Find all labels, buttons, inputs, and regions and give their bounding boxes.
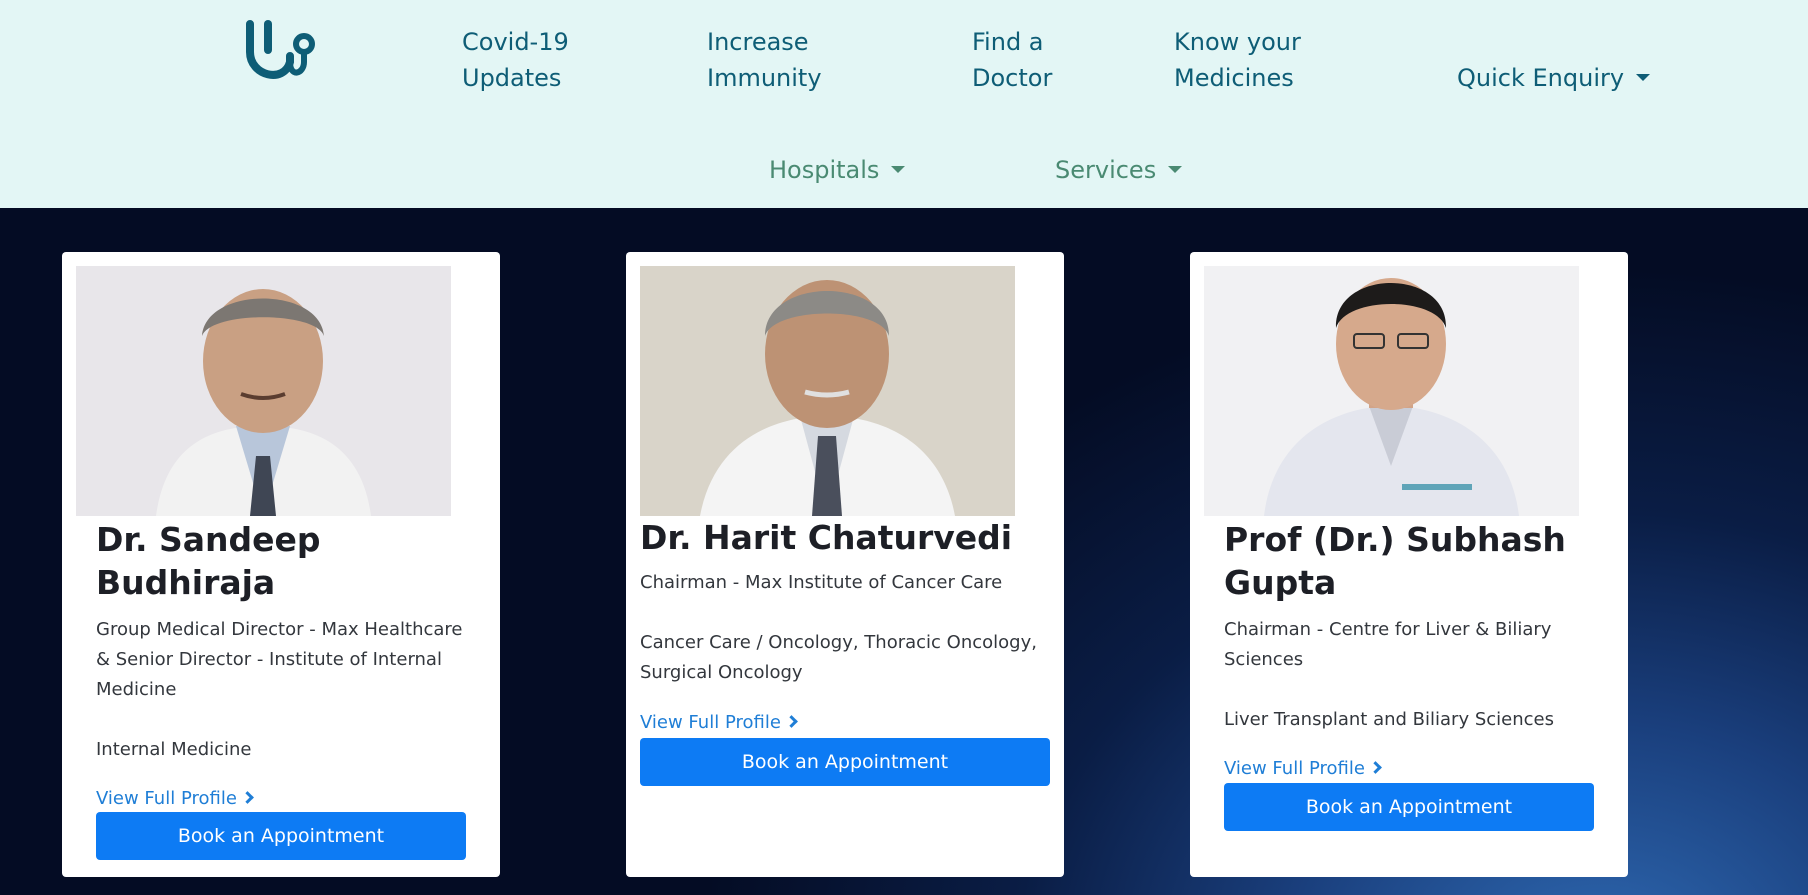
chevron-right-icon <box>1369 761 1382 774</box>
doctor-photo <box>76 266 451 516</box>
doctor-specialty: Internal Medicine <box>96 739 252 760</box>
doctor-name: Dr. Harit Chaturvedi <box>640 518 1013 557</box>
doctor-name: Prof (Dr.) Subhash Gupta <box>1224 520 1566 602</box>
doctor-title: Group Medical Director - Max Healthcare … <box>96 619 463 700</box>
nav-covid-updates[interactable]: Covid-19 Updates <box>462 24 569 96</box>
chevron-right-icon <box>785 715 798 728</box>
caret-down-icon <box>1636 73 1651 81</box>
nav-quick-enquiry-label: Quick Enquiry <box>1457 64 1625 92</box>
nav-hospitals-label: Hospitals <box>769 156 880 184</box>
stethoscope-icon[interactable] <box>242 18 318 92</box>
doctor-title: Chairman - Centre for Liver & Biliary Sc… <box>1224 619 1552 670</box>
view-full-profile-label: View Full Profile <box>96 788 237 809</box>
doctor-card: Dr. Sandeep Budhiraja Group Medical Dire… <box>62 252 500 877</box>
nav-services-label: Services <box>1055 156 1157 184</box>
view-full-profile-link[interactable]: View Full Profile <box>96 786 254 812</box>
caret-down-icon <box>1168 165 1183 173</box>
nav-hospitals-dropdown[interactable]: Hospitals <box>769 116 906 188</box>
book-appointment-button[interactable]: Book an Appointment <box>1224 783 1594 831</box>
doctor-specialty: Cancer Care / Oncology, Thoracic Oncolog… <box>640 632 1037 683</box>
doctor-card: Prof (Dr.) Subhash Gupta Chairman - Cent… <box>1190 252 1628 877</box>
view-full-profile-link[interactable]: View Full Profile <box>640 710 798 736</box>
doctor-photo <box>1204 266 1579 516</box>
chevron-right-icon <box>241 791 254 804</box>
doctor-title: Chairman - Max Institute of Cancer Care <box>640 572 1003 593</box>
book-appointment-button[interactable]: Book an Appointment <box>96 812 466 860</box>
doctor-name: Dr. Sandeep Budhiraja <box>96 520 321 602</box>
book-appointment-button[interactable]: Book an Appointment <box>640 738 1050 786</box>
view-full-profile-label: View Full Profile <box>640 712 781 733</box>
caret-down-icon <box>891 165 906 173</box>
view-full-profile-link[interactable]: View Full Profile <box>1224 756 1382 782</box>
nav-increase-immunity[interactable]: Increase Immunity <box>707 24 822 96</box>
doctor-photo <box>640 266 1015 516</box>
nav-quick-enquiry[interactable]: Quick Enquiry <box>1457 24 1651 96</box>
view-full-profile-label: View Full Profile <box>1224 758 1365 779</box>
nav-know-medicines[interactable]: Know your Medicines <box>1174 24 1301 96</box>
nav-find-doctor[interactable]: Find a Doctor <box>972 24 1052 96</box>
doctor-card: Dr. Harit Chaturvedi Chairman - Max Inst… <box>626 252 1064 877</box>
navbar: Covid-19 Updates Increase Immunity Find … <box>0 0 1808 208</box>
nav-services-dropdown[interactable]: Services <box>1055 116 1183 188</box>
doctor-specialty: Liver Transplant and Biliary Sciences <box>1224 709 1554 730</box>
